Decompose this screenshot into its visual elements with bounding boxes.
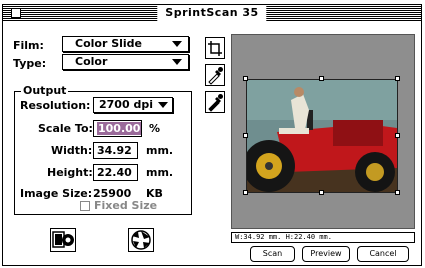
fixed-size-label: Fixed Size <box>94 199 158 212</box>
film-popup[interactable]: Color Slide <box>62 36 189 52</box>
crop-tool-button[interactable] <box>205 37 225 59</box>
type-label: Type: <box>13 57 47 70</box>
preview-button[interactable]: Preview <box>302 246 350 262</box>
resolution-value: 2700 dpi <box>99 98 153 111</box>
image-size-label: Image Size: <box>20 187 93 200</box>
width-label: Width: <box>51 144 93 157</box>
resolution-label: Resolution: <box>20 99 91 112</box>
crop-handle[interactable] <box>395 76 400 81</box>
type-value: Color <box>75 55 108 68</box>
height-field[interactable]: 22.40 <box>93 164 138 181</box>
scan-button[interactable]: Scan <box>250 246 295 262</box>
scanner-settings-button[interactable] <box>50 228 76 252</box>
film-value: Color Slide <box>75 37 143 50</box>
crop-icon <box>208 41 222 56</box>
scale-value: 100.00 <box>97 122 142 135</box>
scale-unit: % <box>149 122 161 135</box>
exposure-button[interactable] <box>128 228 154 252</box>
fixed-size-checkbox[interactable] <box>80 201 90 211</box>
white-point-button[interactable] <box>205 64 225 86</box>
dimension-readout: W:34.92 mm. H:22.40 mm. <box>231 232 415 243</box>
resolution-popup[interactable]: 2700 dpi <box>93 97 173 113</box>
scale-label: Scale To: <box>38 122 93 135</box>
crop-handle[interactable] <box>395 190 400 195</box>
preview-image <box>246 79 398 193</box>
crop-handle[interactable] <box>243 133 248 138</box>
crop-handle[interactable] <box>319 76 324 81</box>
chevron-down-icon <box>172 59 182 65</box>
width-value: 34.92 <box>97 144 132 157</box>
width-field[interactable]: 34.92 <box>93 142 138 159</box>
crop-handle[interactable] <box>243 190 248 195</box>
crop-handle[interactable] <box>395 133 400 138</box>
cancel-button[interactable]: Cancel <box>357 246 409 262</box>
eyedropper-black-icon <box>208 94 223 112</box>
close-box[interactable] <box>11 8 21 18</box>
scanner-settings-icon <box>52 231 74 248</box>
eyedropper-white-icon <box>208 67 223 85</box>
scale-field[interactable]: 100.00 <box>93 120 142 137</box>
type-popup[interactable]: Color <box>62 54 189 70</box>
film-label: Film: <box>13 39 44 52</box>
output-group-label: Output <box>21 84 69 98</box>
crop-handle[interactable] <box>243 76 248 81</box>
aperture-icon <box>131 230 151 250</box>
window-title: SprintScan 35 <box>157 5 267 21</box>
chevron-down-icon <box>158 102 168 108</box>
height-value: 22.40 <box>97 166 132 179</box>
crop-handle[interactable] <box>319 190 324 195</box>
black-point-button[interactable] <box>205 91 225 113</box>
chevron-down-icon <box>172 41 182 47</box>
title-bar[interactable]: SprintScan 35 <box>3 5 421 21</box>
height-unit: mm. <box>146 166 174 179</box>
width-unit: mm. <box>146 144 174 157</box>
preview-area[interactable] <box>231 34 415 229</box>
height-label: Height: <box>47 166 93 179</box>
